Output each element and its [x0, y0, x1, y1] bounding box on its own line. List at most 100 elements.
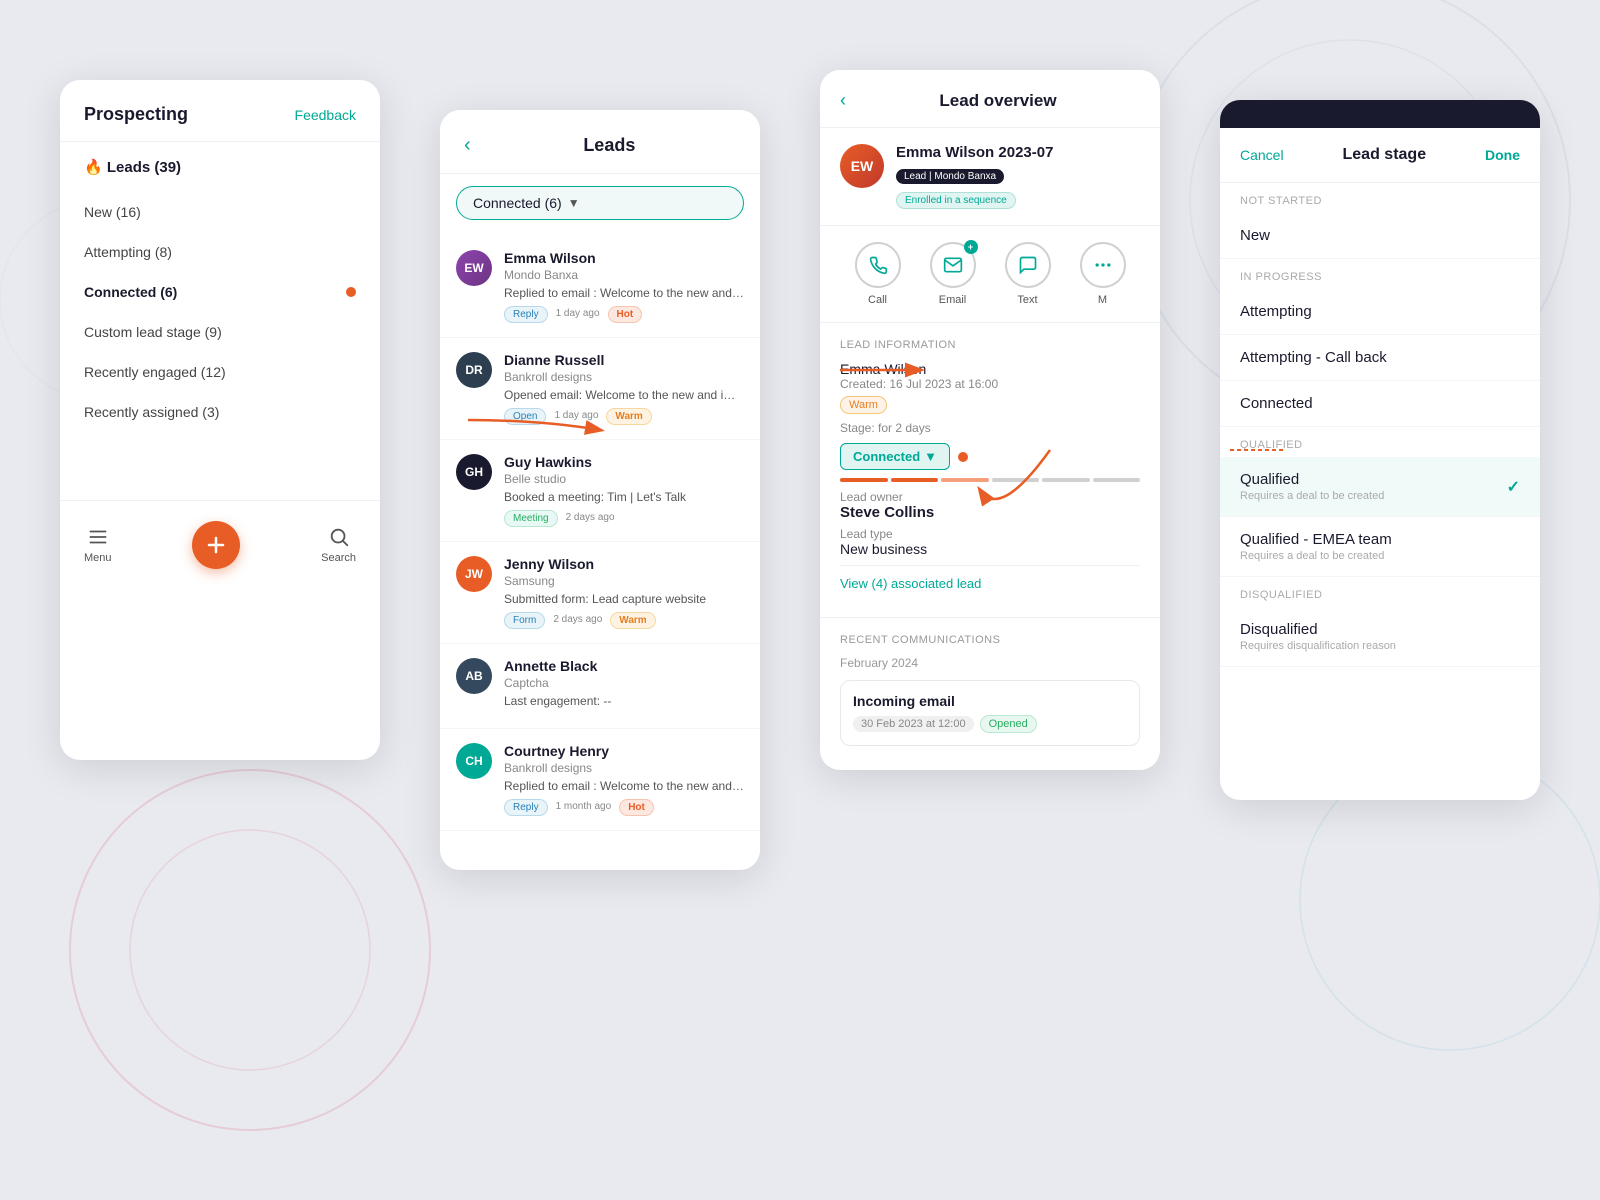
stage-option-attempting[interactable]: Attempting	[1220, 289, 1540, 335]
lead-name-dianne: Dianne Russell	[504, 352, 744, 368]
lead-type-value: New business	[840, 541, 1140, 557]
lead-item-annette[interactable]: AB Annette Black Captcha Last engagement…	[440, 644, 760, 729]
bottom-toolbar: Menu Search	[60, 500, 380, 589]
lead-content-courtney: Courtney Henry Bankroll designs Replied …	[504, 743, 744, 816]
stage-option-emea-label: Qualified - EMEA team	[1240, 531, 1520, 548]
lead-item-courtney[interactable]: CH Courtney Henry Bankroll designs Repli…	[440, 729, 760, 831]
stage-option-callback-content: Attempting - Call back	[1240, 349, 1520, 366]
progress-seg-4	[992, 478, 1040, 482]
tag-form: Form	[504, 612, 545, 629]
group-label-not-started: Not started	[1220, 183, 1540, 213]
filter-dropdown[interactable]: Connected (6) ▼	[456, 186, 744, 220]
stage-option-attempting-callback[interactable]: Attempting - Call back	[1220, 335, 1540, 381]
stage-option-disqualified[interactable]: Disqualified Requires disqualification r…	[1220, 607, 1540, 667]
lead-company-guy: Belle studio	[504, 472, 744, 486]
nav-item-connected[interactable]: Connected (6)	[60, 272, 380, 312]
tag-open: Open	[504, 408, 546, 425]
text-button[interactable]: Text	[1005, 242, 1051, 306]
email-plus-badge: +	[964, 240, 978, 254]
stage-selector-row: Connected ▼	[840, 443, 1140, 470]
lead-item-dianne[interactable]: DR Dianne Russell Bankroll designs Opene…	[440, 338, 760, 440]
created-date: Created: 16 Jul 2023 at 16:00	[840, 377, 1140, 391]
view-associated-link[interactable]: View (4) associated lead	[840, 565, 1140, 601]
stage-option-connected-content: Connected	[1240, 395, 1520, 412]
lead-tags-courtney: Reply 1 month ago Hot	[504, 799, 744, 816]
feedback-link[interactable]: Feedback	[295, 107, 356, 123]
nav-item-new[interactable]: New (16)	[60, 192, 380, 232]
prospecting-panel: Prospecting Feedback 🔥 Leads (39) New (1…	[60, 80, 380, 760]
more-label: M	[1098, 294, 1107, 306]
search-button[interactable]: Search	[321, 526, 356, 564]
lead-tags-emma: Reply 1 day ago Hot	[504, 306, 744, 323]
lead-activity-jenny: Submitted form: Lead capture website	[504, 592, 744, 606]
leads-back-button[interactable]: ‹	[464, 134, 471, 157]
menu-label: Menu	[84, 552, 112, 564]
stage-option-new-label: New	[1240, 227, 1520, 244]
avatar-annette: AB	[456, 658, 492, 694]
overview-back-button[interactable]: ‹	[840, 90, 846, 111]
stage-option-emea-sub: Requires a deal to be created	[1240, 550, 1520, 562]
lead-item-jenny[interactable]: JW Jenny Wilson Samsung Submitted form: …	[440, 542, 760, 644]
lead-activity-dianne: Opened email: Welcome to the new and imp…	[504, 388, 744, 402]
tag-time-1m: 1 month ago	[552, 799, 616, 816]
comms-section-label: Recent communications	[840, 634, 1140, 646]
comm-date: 30 Feb 2023 at 12:00	[853, 716, 974, 732]
owner-label: Lead owner	[840, 490, 1140, 504]
stage-option-new[interactable]: New	[1220, 213, 1540, 259]
call-button[interactable]: Call	[855, 242, 901, 306]
stage-progress-bar	[840, 478, 1140, 482]
stage-dropdown[interactable]: Connected ▼	[840, 443, 950, 470]
prospecting-header: Prospecting Feedback	[60, 80, 380, 142]
lead-content-emma: Emma Wilson Mondo Banxa Replied to email…	[504, 250, 744, 323]
lead-info-section-label: Lead information	[840, 339, 1140, 351]
tag-reply-c: Reply	[504, 799, 548, 816]
nav-label-new: New (16)	[84, 204, 141, 220]
stage-days: Stage: for 2 days	[840, 421, 1140, 435]
lead-tags-dianne: Open 1 day ago Warm	[504, 408, 744, 425]
more-button[interactable]: M	[1080, 242, 1126, 306]
comm-title: Incoming email	[853, 693, 1127, 709]
lead-stage-title: Lead stage	[1343, 146, 1427, 164]
lead-name-guy: Guy Hawkins	[504, 454, 744, 470]
owner-row: Lead owner Steve Collins	[840, 490, 1140, 521]
nav-item-attempting[interactable]: Attempting (8)	[60, 232, 380, 272]
stage-option-connected[interactable]: Connected	[1220, 381, 1540, 427]
lead-full-name: Emma Wilson	[840, 361, 1140, 377]
stage-option-attempting-content: Attempting	[1240, 303, 1520, 320]
menu-button[interactable]: Menu	[84, 526, 112, 564]
lead-activity-emma: Replied to email : Welcome to the new an…	[504, 286, 744, 300]
lead-item-emma[interactable]: EW Emma Wilson Mondo Banxa Replied to em…	[440, 236, 760, 338]
connected-dot-indicator	[346, 287, 356, 297]
lead-stage-cancel[interactable]: Cancel	[1240, 147, 1284, 163]
lead-tags-jenny: Form 2 days ago Warm	[504, 612, 744, 629]
stage-option-qualified[interactable]: Qualified Requires a deal to be created …	[1220, 457, 1540, 517]
comm-item[interactable]: Incoming email 30 Feb 2023 at 12:00 Open…	[840, 680, 1140, 746]
nav-item-custom[interactable]: Custom lead stage (9)	[60, 312, 380, 352]
stage-option-emea-content: Qualified - EMEA team Requires a deal to…	[1240, 531, 1520, 562]
prospecting-title: Prospecting	[84, 104, 188, 125]
stage-option-attempting-label: Attempting	[1240, 303, 1520, 320]
lead-content-annette: Annette Black Captcha Last engagement: -…	[504, 658, 744, 714]
nav-label-recently-assigned: Recently assigned (3)	[84, 404, 219, 420]
lead-profile-avatar: EW	[840, 144, 884, 188]
lead-stage-done[interactable]: Done	[1485, 147, 1520, 163]
avatar-dianne: DR	[456, 352, 492, 388]
avatar-guy: GH	[456, 454, 492, 490]
stage-option-connected-label: Connected	[1240, 395, 1520, 412]
stage-option-callback-label: Attempting - Call back	[1240, 349, 1520, 366]
nav-item-recently-assigned[interactable]: Recently assigned (3)	[60, 392, 380, 432]
stage-option-qualified-emea[interactable]: Qualified - EMEA team Requires a deal to…	[1220, 517, 1540, 577]
temp-badge: Warm	[840, 396, 887, 414]
nav-item-recently-engaged[interactable]: Recently engaged (12)	[60, 352, 380, 392]
email-button[interactable]: + Email	[930, 242, 976, 306]
comm-tags: 30 Feb 2023 at 12:00 Opened	[853, 715, 1127, 733]
nav-label-custom: Custom lead stage (9)	[84, 324, 222, 340]
lead-item-guy[interactable]: GH Guy Hawkins Belle studio Booked a mee…	[440, 440, 760, 542]
stage-row-container: Stage: for 2 days Connected ▼	[840, 421, 1140, 482]
leads-count: 🔥 Leads (39)	[84, 158, 181, 176]
lead-content-jenny: Jenny Wilson Samsung Submitted form: Lea…	[504, 556, 744, 629]
lead-profile-badge: Lead | Mondo Banxa	[896, 169, 1004, 184]
add-button[interactable]	[192, 521, 240, 569]
nav-label-connected: Connected (6)	[84, 284, 177, 300]
progress-seg-1	[840, 478, 888, 482]
